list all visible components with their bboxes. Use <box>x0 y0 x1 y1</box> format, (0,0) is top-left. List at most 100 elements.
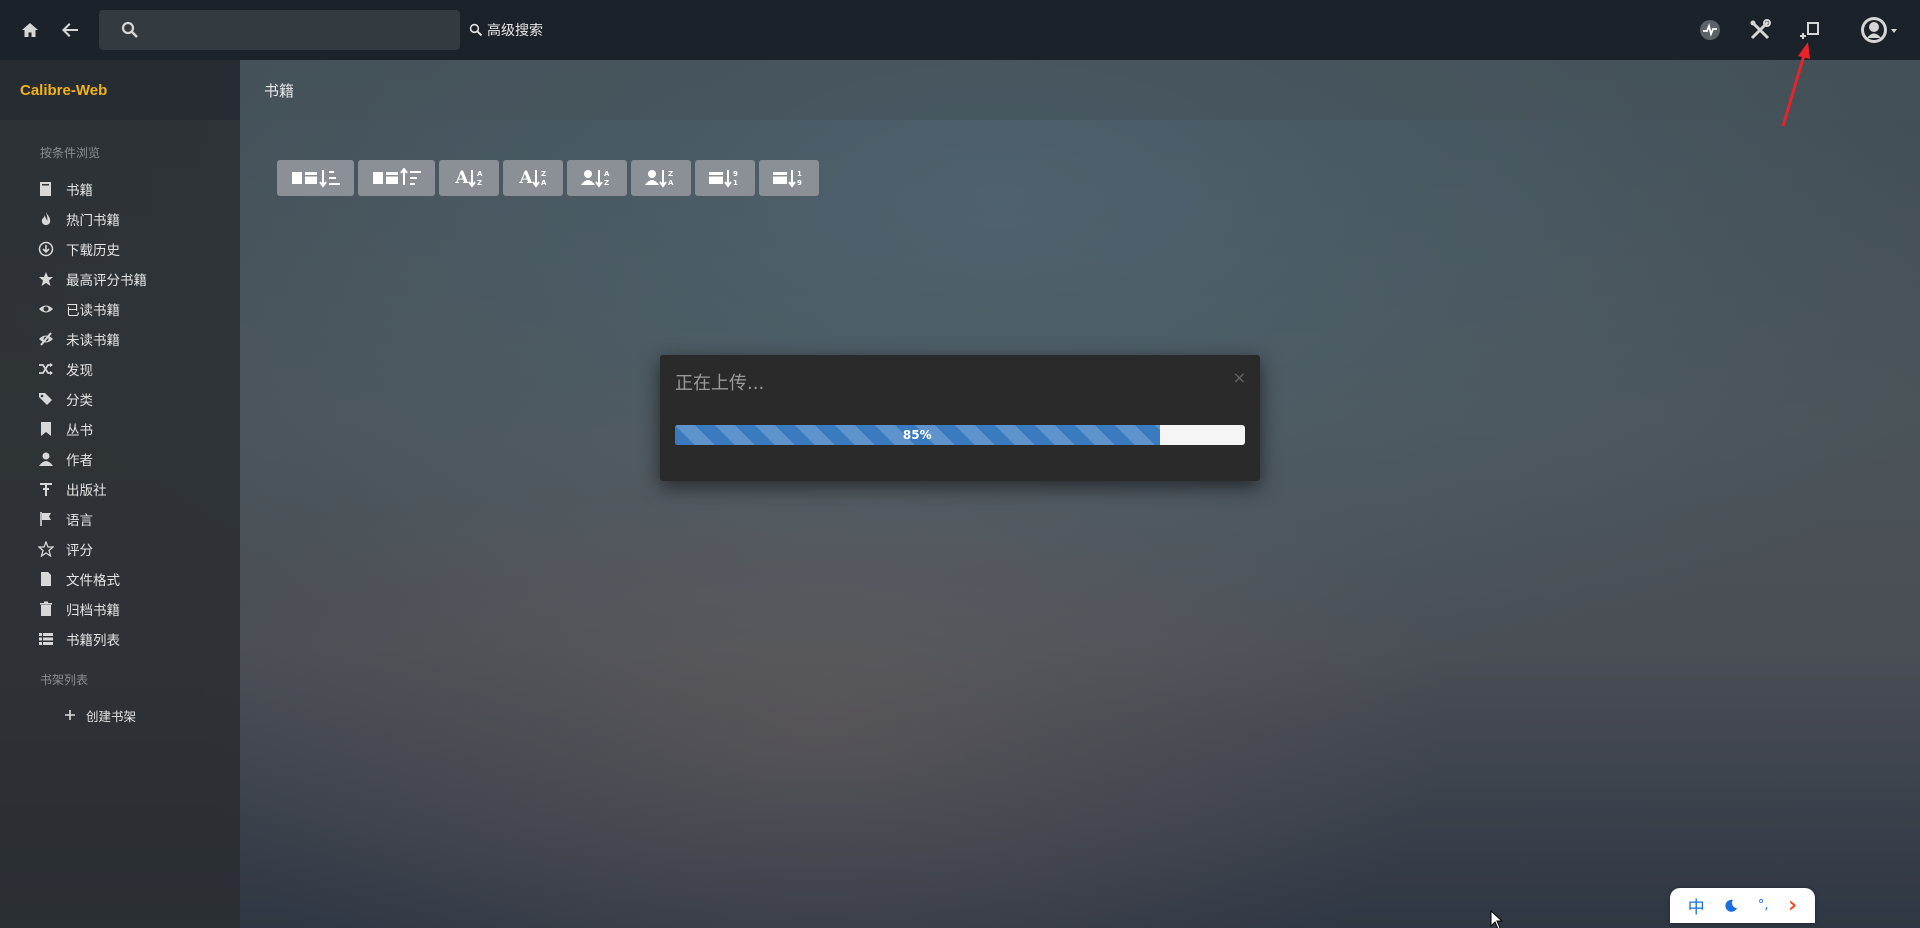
svg-text:A: A <box>477 170 483 178</box>
svg-text:1: 1 <box>797 170 802 178</box>
ime-mode-toggle[interactable]: 中 <box>1688 893 1705 918</box>
tags-icon <box>38 391 54 407</box>
sidebar-item[interactable]: 归档书籍 <box>38 598 120 620</box>
sort-title-asc-button[interactable]: A AZ <box>439 160 499 196</box>
sidebar-item[interactable]: 作者 <box>38 448 93 470</box>
svg-text:Z: Z <box>477 179 482 187</box>
sidebar-item-label: 文件格式 <box>66 573 120 589</box>
eye-icon <box>38 301 54 317</box>
sidebar-item-label: 出版社 <box>66 483 107 499</box>
flag-icon <box>38 511 54 527</box>
eye-slash-icon <box>38 331 54 347</box>
svg-text:9: 9 <box>797 179 802 187</box>
upload-progress-bar: 85% <box>675 425 1160 445</box>
svg-text:Z: Z <box>604 179 609 187</box>
sidebar-shelves-heading: 书架列表 <box>40 673 89 687</box>
annotation-arrow-icon <box>1781 42 1810 127</box>
plus-icon <box>62 707 78 723</box>
sidebar-item[interactable]: 出版社 <box>38 478 107 500</box>
sidebar-item[interactable]: 书籍列表 <box>38 628 120 650</box>
sort-author-desc-button[interactable]: ZA <box>631 160 691 196</box>
sidebar-item[interactable]: 热门书籍 <box>38 208 120 230</box>
sort-author-asc-button[interactable]: AZ <box>567 160 627 196</box>
bookmark-icon <box>38 421 54 437</box>
modal-title: 正在上传... <box>675 373 765 394</box>
sidebar-item[interactable]: 未读书籍 <box>38 328 120 350</box>
upload-book-icon[interactable] <box>1799 18 1823 42</box>
user-icon <box>38 451 54 467</box>
random-icon <box>38 361 54 377</box>
admin-tools-icon[interactable] <box>1748 18 1772 42</box>
file-icon <box>38 571 54 587</box>
sidebar-item-label: 语言 <box>66 513 93 529</box>
sidebar-item-label: 书籍 <box>66 183 93 199</box>
trash-icon <box>38 601 54 617</box>
sidebar-item-label: 最高评分书籍 <box>66 273 147 289</box>
svg-text:A: A <box>668 179 674 187</box>
sidebar-item[interactable]: 已读书籍 <box>38 298 120 320</box>
svg-text:9: 9 <box>733 170 738 178</box>
search-icon <box>469 23 483 37</box>
sidebar-item-label: 丛书 <box>66 423 93 439</box>
sidebar-item[interactable]: 发现 <box>38 358 93 380</box>
sidebar-item[interactable]: 书籍 <box>38 178 93 200</box>
brand-logo[interactable]: Calibre-Web <box>20 82 107 99</box>
sort-title-desc-button[interactable]: A ZA <box>503 160 563 196</box>
moon-icon[interactable] <box>1724 899 1738 913</box>
sidebar-item[interactable]: 语言 <box>38 508 93 530</box>
activity-icon[interactable] <box>1698 18 1722 42</box>
sidebar-item[interactable]: 评分 <box>38 538 93 560</box>
sidebar-item[interactable]: 下载历史 <box>38 238 120 260</box>
sort-date-old-button[interactable] <box>358 160 435 196</box>
search-input[interactable] <box>99 10 460 50</box>
publisher-icon <box>38 481 54 497</box>
advanced-search-link[interactable]: 高级搜索 <box>469 20 543 40</box>
sort-title-desc-label: A <box>519 168 533 188</box>
page-title: 书籍 <box>264 81 295 100</box>
svg-text:Z: Z <box>668 170 673 178</box>
create-shelf-link[interactable]: 创建书架 <box>62 704 136 726</box>
back-icon[interactable] <box>58 18 82 42</box>
chevron-right-icon[interactable]: › <box>1788 893 1797 918</box>
search-box <box>99 10 460 50</box>
star-outline-icon <box>38 541 54 557</box>
top-navbar: 高级搜索 <box>0 0 1920 60</box>
mouse-cursor-icon <box>1490 910 1504 928</box>
download-icon <box>38 241 54 257</box>
sort-pubdate-new-button[interactable]: 91 <box>695 160 755 196</box>
sort-toolbar: A AZ A ZA AZ ZA 91 19 <box>277 160 819 196</box>
sidebar-item-label: 热门书籍 <box>66 213 120 229</box>
svg-text:A: A <box>604 170 610 178</box>
punctuation-icon[interactable]: °, <box>1758 898 1769 913</box>
sidebar-item-label: 评分 <box>66 543 93 559</box>
sidebar-item-label: 下载历史 <box>66 243 120 259</box>
sort-title-asc-label: A <box>455 168 469 188</box>
sidebar-item-label: 未读书籍 <box>66 333 120 349</box>
upload-progress-modal: 正在上传... × 85% <box>660 355 1260 481</box>
sidebar-item-label: 归档书籍 <box>66 603 120 619</box>
svg-text:A: A <box>541 179 547 187</box>
svg-text:Z: Z <box>541 170 546 178</box>
list-icon <box>38 631 54 647</box>
brand-bar: Calibre-Web <box>0 60 240 120</box>
sidebar-item-label: 书籍列表 <box>66 633 120 649</box>
search-icon <box>121 21 138 38</box>
sidebar-item[interactable]: 分类 <box>38 388 93 410</box>
sidebar-item[interactable]: 最高评分书籍 <box>38 268 147 290</box>
sidebar-item-label: 作者 <box>66 453 93 469</box>
user-avatar-icon[interactable] <box>1858 17 1900 43</box>
svg-text:1: 1 <box>733 179 738 187</box>
sort-date-new-button[interactable] <box>277 160 354 196</box>
star-icon <box>38 271 54 287</box>
home-icon[interactable] <box>18 18 42 42</box>
fire-icon <box>38 211 54 227</box>
sidebar-item[interactable]: 丛书 <box>38 418 93 440</box>
page-header: 书籍 <box>240 60 1920 120</box>
sidebar-browse-heading: 按条件浏览 <box>40 146 101 160</box>
advanced-search-label: 高级搜索 <box>487 23 543 39</box>
upload-progress-track: 85% <box>675 425 1245 445</box>
sidebar-item[interactable]: 文件格式 <box>38 568 120 590</box>
close-icon[interactable]: × <box>1233 368 1246 387</box>
sort-pubdate-old-button[interactable]: 19 <box>759 160 819 196</box>
sidebar: 按条件浏览 书籍热门书籍下载历史最高评分书籍已读书籍未读书籍发现分类丛书作者出版… <box>0 120 240 928</box>
